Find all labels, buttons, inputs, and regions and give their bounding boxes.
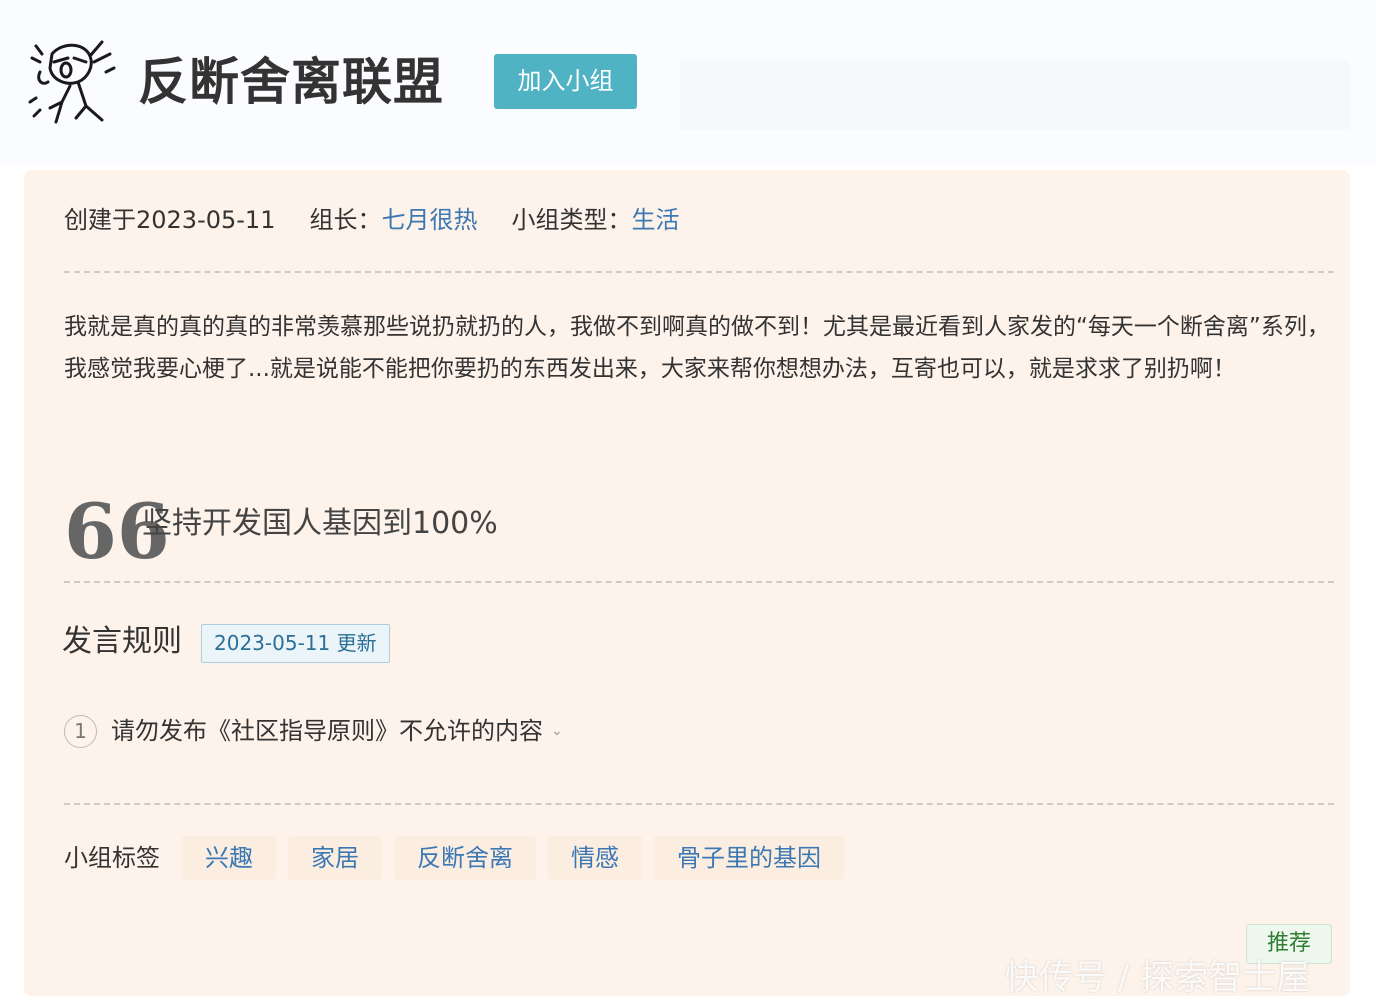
tag-item[interactable]: 家居 [288,836,382,880]
rules-updated-badge: 2023-05-11 更新 [201,624,390,663]
tag-item[interactable]: 反断舍离 [394,836,536,880]
header-banner-area [680,60,1350,130]
group-type-label: 小组类型： [511,206,632,234]
stressed-cartoon-figure-icon [28,40,116,124]
group-description: 我就是真的真的真的非常羡慕那些说扔就扔的人，我做不到啊真的做不到！尤其是最近看到… [64,314,1330,382]
rules-title: 发言规则 [62,624,182,659]
group-slogan: 坚持开发国人基因到100% [142,506,498,541]
watermark: 快传号 / 探索智士屋 [1005,958,1311,998]
owner-label: 组长： [309,206,382,234]
owner-link[interactable]: 七月很热 [381,206,477,234]
tag-item[interactable]: 情感 [548,836,642,880]
rule-number: 1 [64,714,97,748]
group-title: 反断舍离联盟 [138,53,444,111]
rule-text: 请勿发布《社区指导原则》不允许的内容 [111,717,543,745]
divider [64,271,1334,273]
join-group-button[interactable]: 加入小组 [494,54,637,109]
group-type-link[interactable]: 生活 [631,206,679,234]
rule-item[interactable]: 1 请勿发布《社区指导原则》不允许的内容 ⌄ [64,713,563,749]
divider [64,803,1334,805]
created-date: 创建于2023-05-11 [64,206,276,234]
tag-item[interactable]: 骨子里的基因 [654,836,844,880]
chevron-down-icon[interactable]: ⌄ [551,723,563,739]
group-header: 反断舍离联盟 加入小组 [0,0,1376,165]
group-info-card: 创建于2023-05-11 组长：七月很热 小组类型：生活 我就是真的真的真的非常羡… [24,170,1350,996]
divider [64,581,1334,583]
group-meta: 创建于2023-05-11 组长：七月很热 小组类型：生活 [64,200,679,240]
tag-item[interactable]: 兴趣 [182,836,276,880]
group-tags: 小组标签 兴趣 家居 反断舍离 情感 骨子里的基因 [64,836,856,880]
tags-label: 小组标签 [64,844,160,872]
